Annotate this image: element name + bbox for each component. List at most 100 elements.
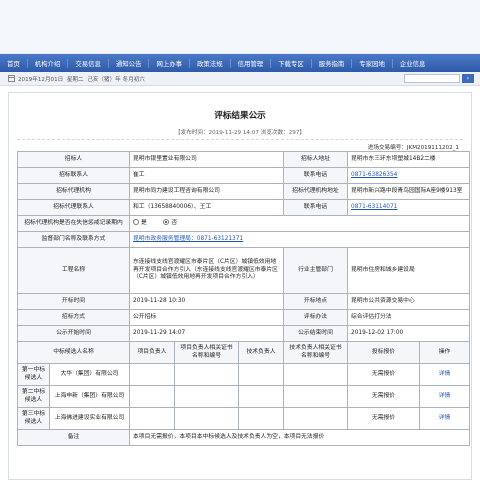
candidate-price: 无需报价 xyxy=(347,363,420,386)
calendar-icon xyxy=(8,75,15,82)
candidate-rank: 第一中标候选人 xyxy=(17,363,50,386)
value-tenderer-addr: 昆明市东三环东坝塑城14B2二楼 xyxy=(346,151,471,168)
remarks-row: 备注 本项目无需报价，本项目本中标候选人及技术负责人为空，本项目无法报价 xyxy=(17,429,471,446)
nav-item-credit[interactable]: 信用管理 xyxy=(229,58,271,68)
label-tenderer-contact: 招标联系人 xyxy=(17,167,130,184)
col-header: 投标报价 xyxy=(347,341,420,364)
candidate-row: 第三中标候选人 上海佛进建设实业有限公司 无需报价 详情 xyxy=(17,407,471,430)
label-project: 工程名称 xyxy=(17,247,130,294)
col-header: 中标候选人名称 xyxy=(17,341,130,364)
table-row: 招标方式 公开招标 评标办法 综合评估打分法 xyxy=(17,309,471,326)
nav-item-policies[interactable]: 政策法规 xyxy=(189,58,230,68)
candidate-cell xyxy=(129,407,175,430)
nav-item-experts[interactable]: 专家园地 xyxy=(351,58,392,68)
value-supervisor[interactable]: 昆明市政务服务管理局：0871-63121371 xyxy=(128,231,471,248)
value-open-time: 2019-11-28 10:30 xyxy=(129,293,284,310)
value-agency-addr: 昆明市新兴路中段青鸟园国际A座9楼913室 xyxy=(346,183,471,200)
nav-item-home[interactable]: 首页 xyxy=(0,59,27,68)
nav-item-guide[interactable]: 服务指南 xyxy=(310,58,352,68)
radio-no-label: 否 xyxy=(171,220,178,227)
candidate-rank: 第三中标候选人 xyxy=(17,407,50,430)
candidate-cell xyxy=(174,385,239,408)
trade-code: 进场交易编号：JKM2019111202_1 xyxy=(367,145,459,151)
label-method: 招标方式 xyxy=(17,309,130,326)
label-tenderer-addr: 招标人地址 xyxy=(283,151,348,168)
candidate-cell xyxy=(283,385,348,408)
label-supervisor: 监督部门名称及联系方式 xyxy=(17,231,130,248)
nav-item-trade-info[interactable]: 交易信息 xyxy=(67,58,108,68)
main-nav: 首页 机构介绍 交易信息 通知公告 网上办事 政策法规 信用管理 下载专区 服务… xyxy=(0,54,480,72)
col-header: 技术负责人 xyxy=(238,341,284,364)
label-bad-record: 招标代理机构是否在失信惩戒记录期内 xyxy=(17,215,130,232)
search-button[interactable]: › xyxy=(462,74,474,83)
nav-item-notices[interactable]: 通知公告 xyxy=(107,58,149,68)
nav-item-online-service[interactable]: 网上办事 xyxy=(148,58,189,68)
col-header: 操作 xyxy=(418,341,471,364)
table-row: 工程名称 东连接线支线官渡耀区市泰片区（C片区）城镇低效用地再开发项目合作方引入… xyxy=(17,247,471,294)
candidate-cell xyxy=(283,407,348,430)
search-input[interactable] xyxy=(404,74,460,83)
table-row: 招标人 昆明市银里置业有限公司 招标人地址 昆明市东三环东坝塑城14B2二楼 xyxy=(17,151,471,168)
label-open-time: 开标时间 xyxy=(17,293,130,310)
candidate-cell xyxy=(174,407,239,430)
label-pub-end: 公示结束时间 xyxy=(283,325,348,342)
candidate-name: 上海佛进建设实业有限公司 xyxy=(49,407,130,430)
candidate-cell xyxy=(238,385,284,408)
value-tenderer-phone[interactable]: 0871-63826354 xyxy=(346,167,471,184)
lunar-text: 己亥（猪）年 冬月初六 xyxy=(87,76,145,83)
nav-item-downloads[interactable]: 下载专区 xyxy=(270,58,311,68)
value-pub-start: 2019-11-29 14:07 xyxy=(129,325,284,342)
radio-no[interactable] xyxy=(163,219,170,226)
notice-panel: 评标结果公示 【发布时间：2019-11-29 14:07 浏览次数：297】 … xyxy=(8,92,472,480)
detail-link[interactable]: 详情 xyxy=(418,385,471,408)
value-tenderer-contact: 崔工 xyxy=(129,167,284,184)
result-table: 招标人 昆明市银里置业有限公司 招标人地址 昆明市东三环东坝塑城14B2二楼 招… xyxy=(17,151,471,446)
table-row: 开标时间 2019-11-28 10:30 开标地点 昆明市公共资源交易中心 xyxy=(17,293,471,310)
divider xyxy=(17,139,463,140)
value-tenderer: 昆明市银里置业有限公司 xyxy=(129,151,284,168)
table-row: 公示开始时间 2019-11-29 14:07 公示结束时间 2019-12-0… xyxy=(17,325,471,342)
candidate-cell xyxy=(238,407,284,430)
nav-item-companies[interactable]: 企业信息 xyxy=(391,58,433,68)
detail-link[interactable]: 详情 xyxy=(418,407,471,430)
radio-yes[interactable] xyxy=(133,219,139,226)
label-agency: 招标代理机构 xyxy=(17,183,130,200)
table-row: 招标联系人 崔工 联系电话 0871-63826354 xyxy=(17,167,471,184)
candidate-cell xyxy=(129,385,175,408)
candidate-row: 第二中标候选人 上海申新（集团）有限公司 无需报价 详情 xyxy=(17,385,471,408)
value-method: 公开招标 xyxy=(129,309,284,326)
value-dept: 昆明市住房和城乡建设局 xyxy=(346,247,471,294)
value-pub-end: 2019-12-02 17:00 xyxy=(346,325,471,342)
value-remarks: 本项目无需报价，本项目本中标候选人及技术负责人为空，本项目无法报价 xyxy=(128,429,471,446)
detail-link[interactable]: 详情 xyxy=(418,363,471,386)
table-row: 监督部门名称及联系方式 昆明市政务服务管理局：0871-63121371 xyxy=(17,231,471,248)
value-project: 东连接线支线官渡耀区市泰片区（C片区）城镇低效用地再开发项目合作方引入（东连接线… xyxy=(129,247,284,294)
label-pub-start: 公示开始时间 xyxy=(17,325,130,342)
candidate-cell xyxy=(238,363,284,386)
bad-record-options: 是 否 xyxy=(128,215,471,232)
table-row: 招标代理机构是否在失信惩戒记录期内 是 否 xyxy=(17,215,471,232)
col-header: 技术负责人相关证书名称和编号 xyxy=(283,341,348,364)
label-eval-method: 评标办法 xyxy=(283,309,348,326)
value-agency-phone[interactable]: 0871-63114071 xyxy=(346,199,471,216)
label-remarks: 备注 xyxy=(17,429,130,446)
candidate-header-row: 中标候选人名称 项目负责人 项目负责人相关证书名称和编号 技术负责人 技术负责人… xyxy=(17,341,471,364)
nav-item-about[interactable]: 机构介绍 xyxy=(26,58,68,68)
candidate-price: 无需报价 xyxy=(347,407,420,430)
page-title: 评标结果公示 xyxy=(214,111,266,121)
candidate-row: 第一中标候选人 大华（集团）有限公司 无需报价 详情 xyxy=(17,363,471,386)
candidate-name: 上海申新（集团）有限公司 xyxy=(49,385,130,408)
value-eval-method: 综合评估打分法 xyxy=(346,309,471,326)
date-bar: 2019年12月01日 星期二 己亥（猪）年 冬月初六 › xyxy=(0,72,480,86)
value-open-place: 昆明市公共资源交易中心 xyxy=(346,293,471,310)
label-agency-contact: 招标代理联系人 xyxy=(17,199,130,216)
label-agency-phone: 联系电话 xyxy=(283,199,348,216)
label-tenderer: 招标人 xyxy=(17,151,130,168)
weekday-text: 星期二 xyxy=(66,76,84,83)
col-header: 项目负责人相关证书名称和编号 xyxy=(174,341,239,364)
header-banner xyxy=(0,0,480,54)
label-open-place: 开标地点 xyxy=(283,293,348,310)
candidate-cell xyxy=(174,363,239,386)
table-row: 招标代理机构 昆明市同力建设工程咨询有限公司 招标代理机构地址 昆明市新兴路中段… xyxy=(17,183,471,200)
candidate-rank: 第二中标候选人 xyxy=(17,385,50,408)
